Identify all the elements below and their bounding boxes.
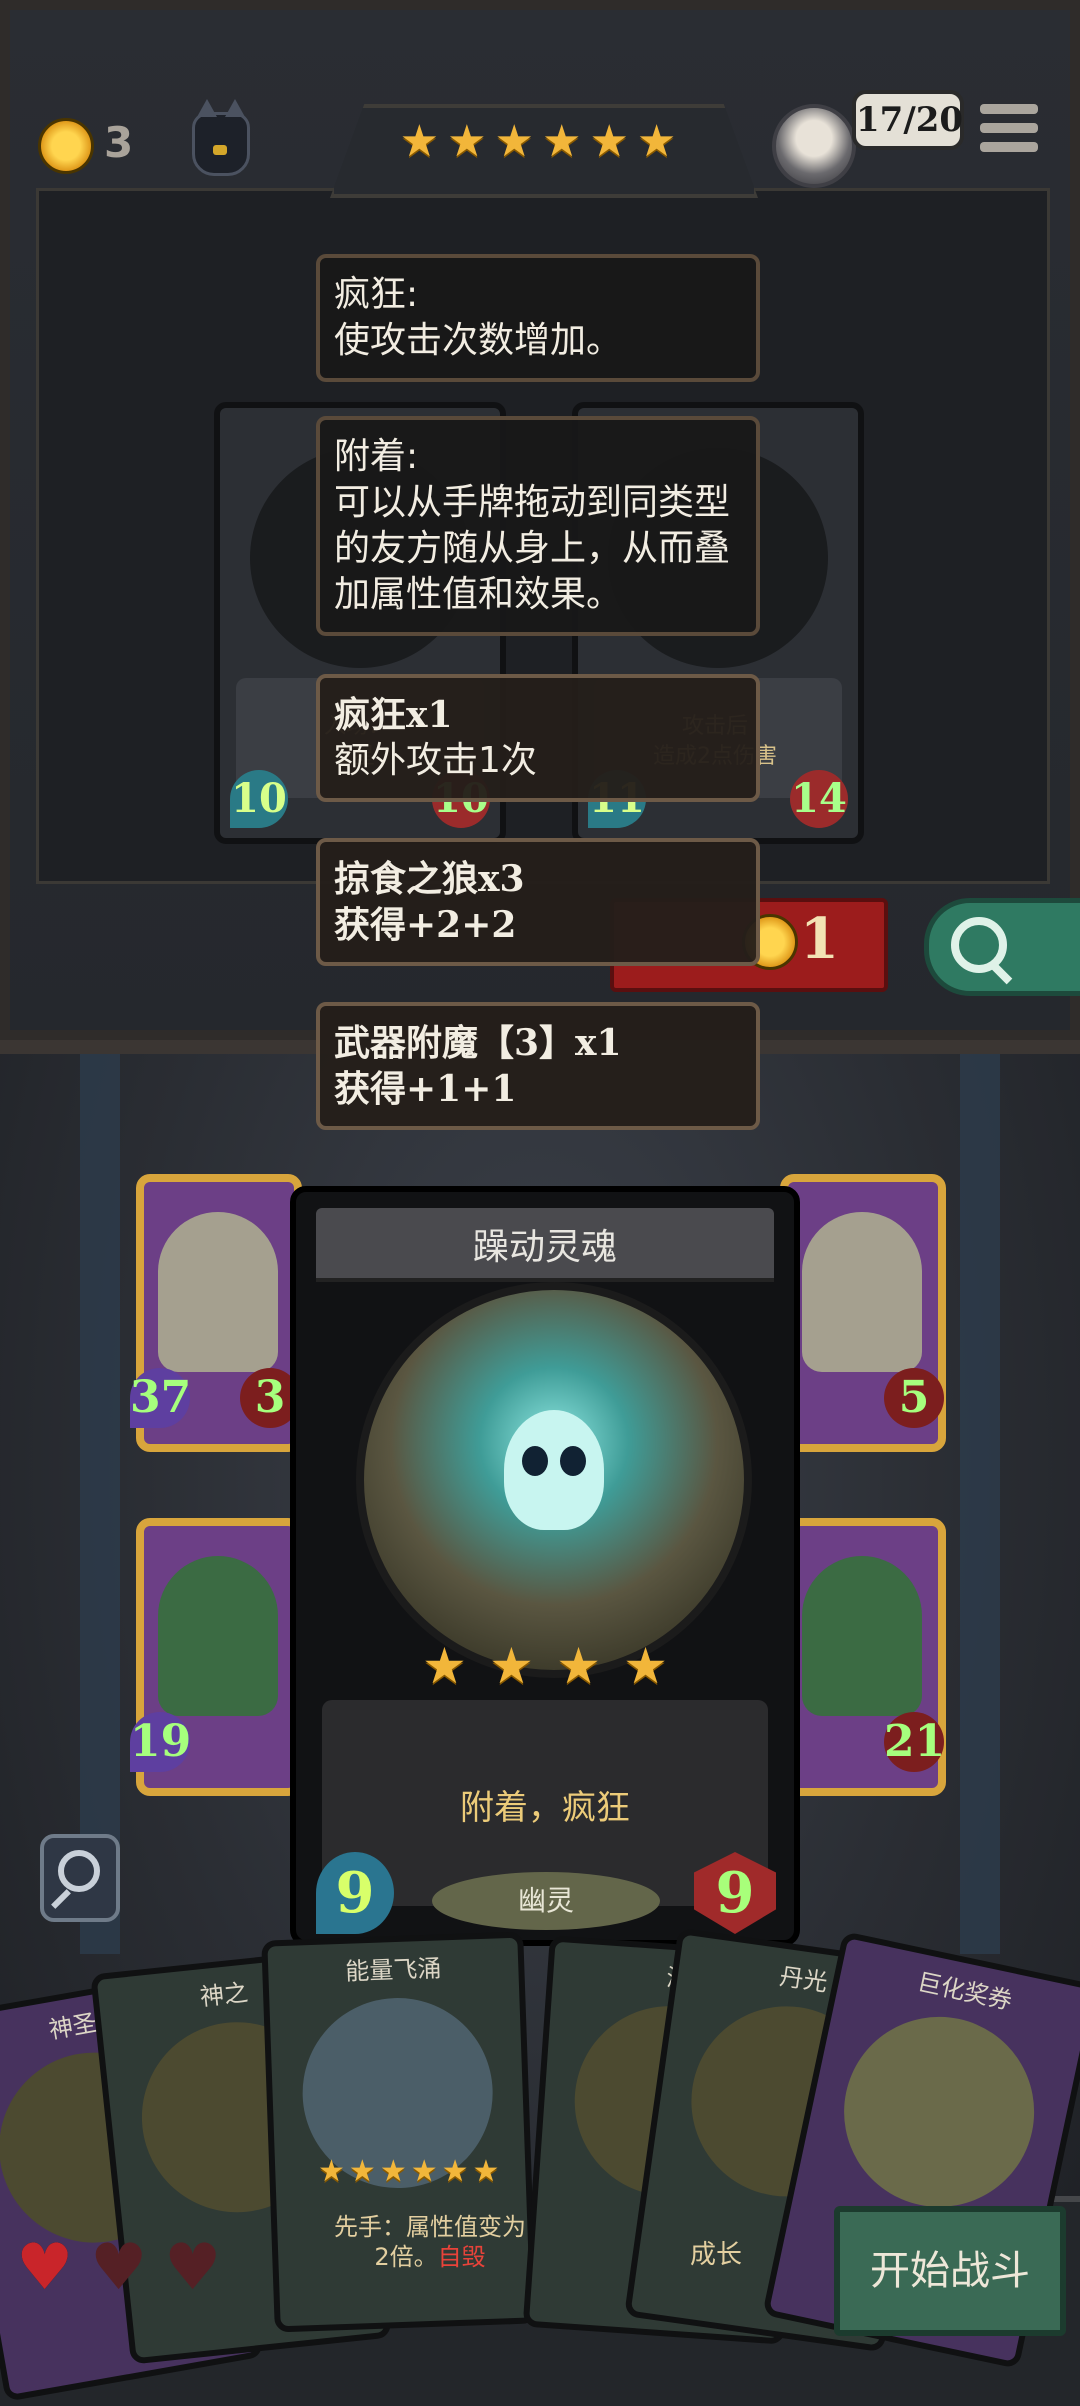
start-battle-button[interactable]: 开始战斗: [834, 2206, 1066, 2336]
tooltip-5-title: 武器附魔【3】x1: [334, 1022, 622, 1064]
card-name: 躁动灵魂: [472, 1227, 617, 1268]
card-description: 附着，疯狂: [460, 1788, 630, 1828]
buff-tooltip-frenzy: 疯狂x1 额外攻击1次: [316, 674, 760, 802]
life-heart-icon-1: ♥: [16, 2231, 74, 2305]
hand-card-3[interactable]: 能量飞涌: [261, 1931, 537, 2333]
hand-card-3-desc-text: 先手：属性值变为2倍。: [334, 2213, 526, 2271]
hovered-card[interactable]: 躁动灵魂 ★ ★ ★ ★ 附着，疯狂 幽灵 9 9: [290, 1186, 800, 1946]
tooltip-4-title: 掠食之狼x3: [334, 858, 525, 900]
hand-card-3-stars: ★ ★ ★ ★ ★ ★: [318, 2154, 499, 2190]
gold-count: 3: [104, 118, 134, 167]
companion-cat-icon[interactable]: [192, 99, 250, 176]
tooltip-3-body: 额外攻击1次: [334, 740, 537, 781]
keyword-tooltip-frenzy: 疯狂: 使攻击次数增加。: [316, 254, 760, 382]
card-star-icon: ★: [623, 1637, 668, 1695]
tooltip-1-body: 使攻击次数增加。: [334, 320, 623, 361]
card-attack: 9: [316, 1852, 394, 1934]
board-minion-3[interactable]: 19: [130, 1518, 302, 1796]
player-avatar[interactable]: [772, 104, 856, 188]
card-stars: ★ ★ ★ ★: [422, 1636, 668, 1696]
round-counter: 17/20: [852, 90, 964, 150]
card-type: 幽灵: [432, 1872, 660, 1930]
tier-star-icon: ★: [589, 116, 629, 167]
card-star-icon: ★: [489, 1637, 534, 1695]
hand-card-star-icon: ★: [348, 2154, 376, 2189]
hand-card-star-icon: ★: [472, 2154, 500, 2189]
card-star-icon: ★: [556, 1637, 601, 1695]
tavern-tier-stars: ★ ★ ★ ★ ★ ★: [388, 112, 688, 172]
hand-card-star-icon: ★: [318, 2154, 345, 2189]
board-minion-1[interactable]: 37 3: [130, 1174, 302, 1452]
menu-icon[interactable]: [980, 104, 1038, 164]
life-heart-icon-2: ♥: [90, 2231, 148, 2305]
tooltip-2-title: 附着:: [334, 436, 419, 477]
card-art: [356, 1282, 752, 1678]
inspect-icon[interactable]: [40, 1834, 120, 1922]
hand-card-star-icon: ★: [441, 2154, 469, 2189]
tooltip-5-body: 获得+1+1: [334, 1068, 517, 1110]
buff-tooltip-wolf: 掠食之狼x3 获得+2+2: [316, 838, 760, 966]
hand-card-3-desc: 先手：属性值变为2倍。自毁: [330, 2212, 530, 2272]
keyword-tooltip-attach: 附着: 可以从手牌拖动到同类型的友方随从身上，从而叠加属性值和效果。: [316, 416, 760, 636]
buff-tooltip-enchant: 武器附魔【3】x1 获得+1+1: [316, 1002, 760, 1130]
minion-2-health: 5: [884, 1368, 944, 1428]
tooltip-4-body: 获得+2+2: [334, 904, 517, 946]
hand-card-3-name: 能量飞涌: [344, 1954, 442, 1986]
card-title-plate: 躁动灵魂: [316, 1208, 774, 1282]
board-minion-4[interactable]: 21: [780, 1518, 946, 1796]
shop-card-left-attack: 10: [230, 770, 288, 828]
minion-4-health: 21: [884, 1712, 945, 1772]
hand-card-star-icon: ★: [379, 2154, 407, 2189]
ghost-skull-art: [504, 1410, 604, 1530]
card-star-icon: ★: [422, 1637, 467, 1695]
board-minion-2[interactable]: 5: [780, 1174, 946, 1452]
minion-3-attack: 19: [130, 1712, 191, 1772]
tooltip-2-body: 可以从手牌拖动到同类型的友方随从身上，从而叠加属性值和效果。: [334, 482, 731, 615]
gold-coin-icon: [38, 118, 94, 174]
tier-star-icon: ★: [636, 116, 677, 167]
shop-card-right-health: 14: [790, 770, 848, 828]
hand-card-3-desc-keyword: 自毁: [437, 2243, 486, 2271]
search-button[interactable]: [924, 898, 1080, 996]
hand-card-5-desc: 成长: [690, 2240, 743, 2270]
hand-card-star-icon: ★: [410, 2154, 438, 2189]
tooltip-1-title: 疯狂:: [334, 274, 419, 315]
sell-price: 1: [800, 906, 839, 972]
life-heart-icon-3: ♥: [164, 2231, 222, 2305]
tier-star-icon: ★: [542, 116, 582, 167]
tier-star-icon: ★: [494, 116, 534, 167]
minion-1-attack: 37: [130, 1368, 191, 1428]
tier-star-icon: ★: [399, 116, 440, 167]
tooltip-3-title: 疯狂x1: [334, 694, 453, 736]
tier-star-icon: ★: [447, 116, 487, 167]
